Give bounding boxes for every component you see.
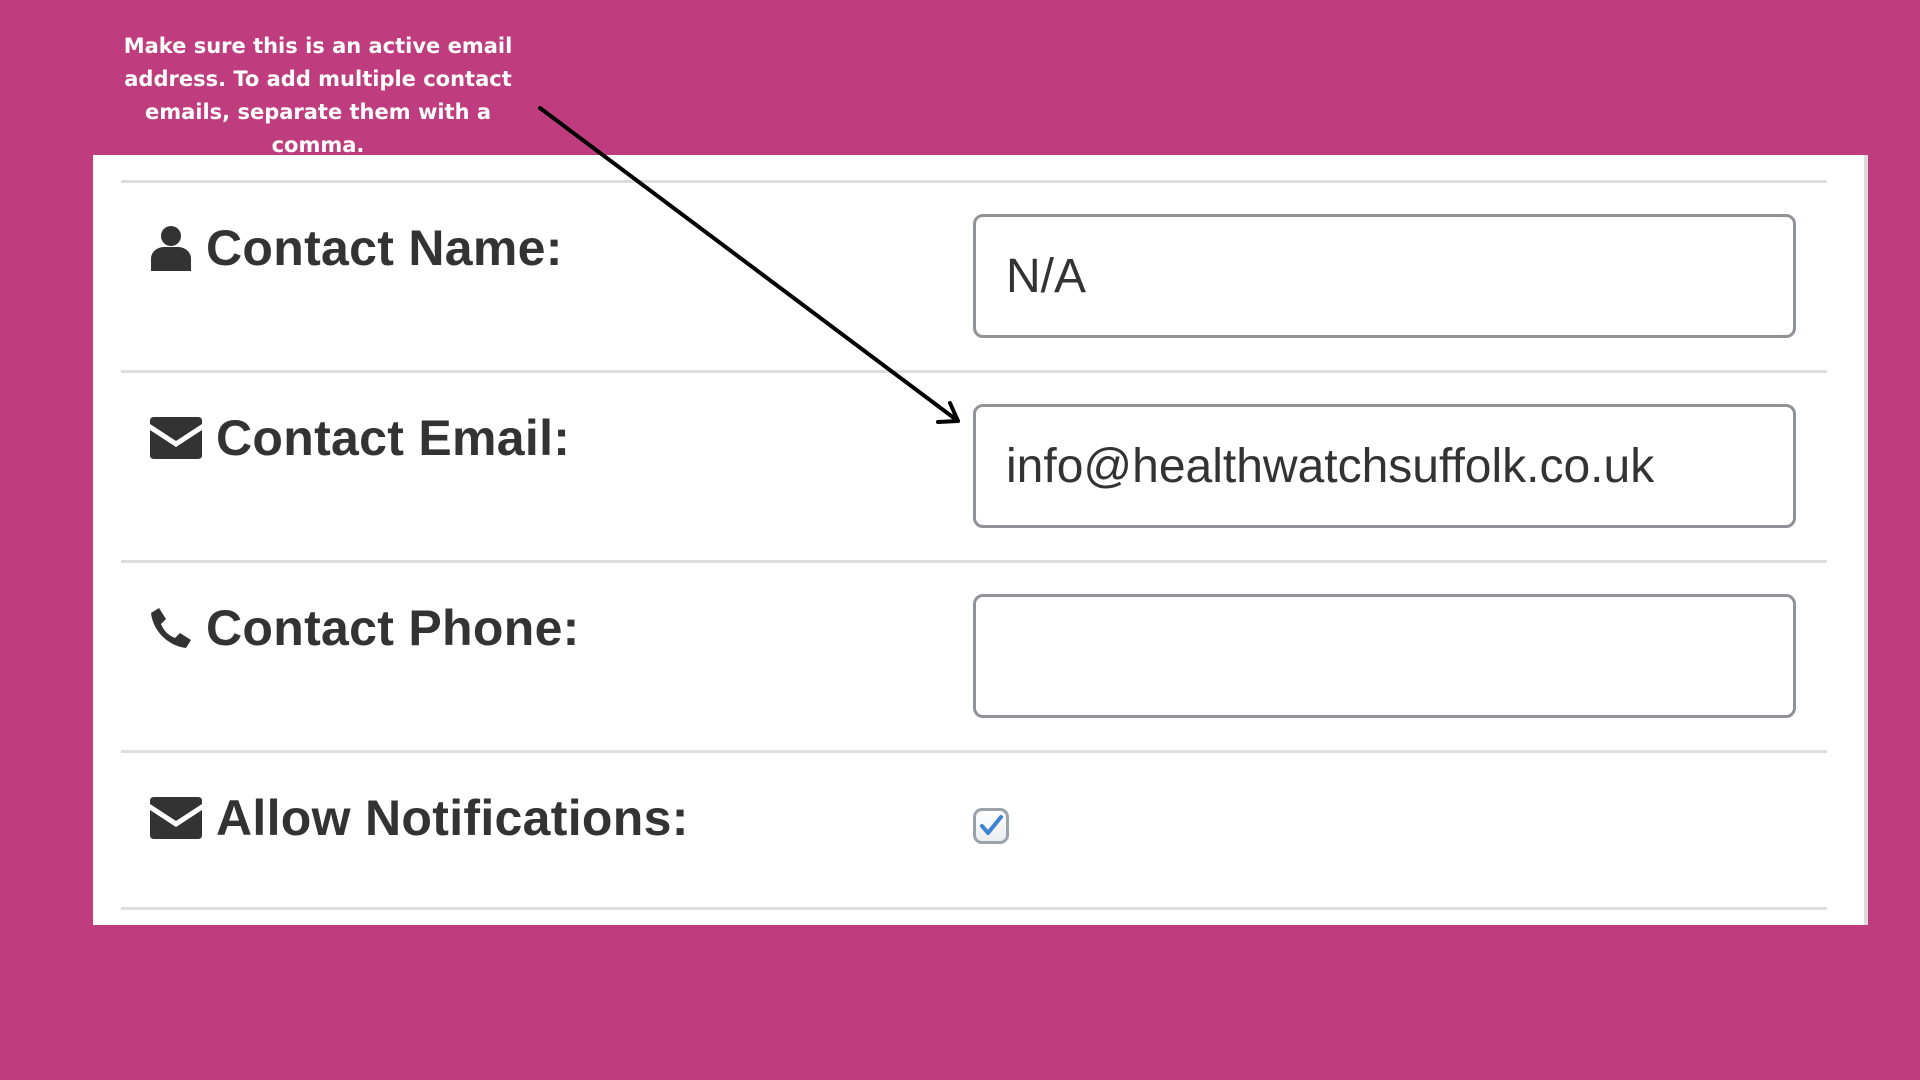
annotation-line-1: Make sure this is an active email: [123, 34, 513, 58]
allow-notifications-label: Allow Notifications:: [150, 789, 689, 847]
contact-form-panel: Contact Name: N/A Contact Email: info@he…: [93, 155, 1868, 925]
allow-notifications-checkbox[interactable]: [973, 808, 1009, 844]
contact-phone-label-text: Contact Phone:: [206, 600, 580, 656]
contact-email-label: Contact Email:: [150, 409, 570, 467]
allow-notifications-label-text: Allow Notifications:: [216, 790, 689, 846]
contact-email-input[interactable]: info@healthwatchsuffolk.co.uk: [973, 404, 1796, 528]
annotation-text: Make sure this is an active email addres…: [98, 30, 538, 162]
envelope-icon: [150, 417, 202, 459]
envelope-icon: [150, 797, 202, 839]
contact-name-value: N/A: [1006, 249, 1087, 303]
user-icon: [150, 225, 192, 271]
phone-icon: [150, 607, 192, 649]
contact-name-label: Contact Name:: [150, 219, 563, 277]
form-row-contact-phone: Contact Phone:: [121, 560, 1827, 750]
annotation-line-3: emails, separate them with a comma.: [144, 100, 492, 157]
contact-name-input[interactable]: N/A: [973, 214, 1796, 338]
contact-email-value: info@healthwatchsuffolk.co.uk: [1006, 439, 1655, 493]
form-row-contact-name: Contact Name: N/A: [121, 180, 1827, 370]
check-mark-icon: [980, 815, 1003, 835]
contact-name-label-text: Contact Name:: [206, 220, 563, 276]
contact-phone-label: Contact Phone:: [150, 599, 580, 657]
contact-phone-input[interactable]: [973, 594, 1796, 718]
form-row-contact-email: Contact Email: info@healthwatchsuffolk.c…: [121, 370, 1827, 560]
form-row-allow-notifications: Allow Notifications:: [121, 750, 1827, 910]
annotation-line-2: address. To add multiple contact: [124, 67, 512, 91]
contact-email-label-text: Contact Email:: [216, 410, 571, 466]
